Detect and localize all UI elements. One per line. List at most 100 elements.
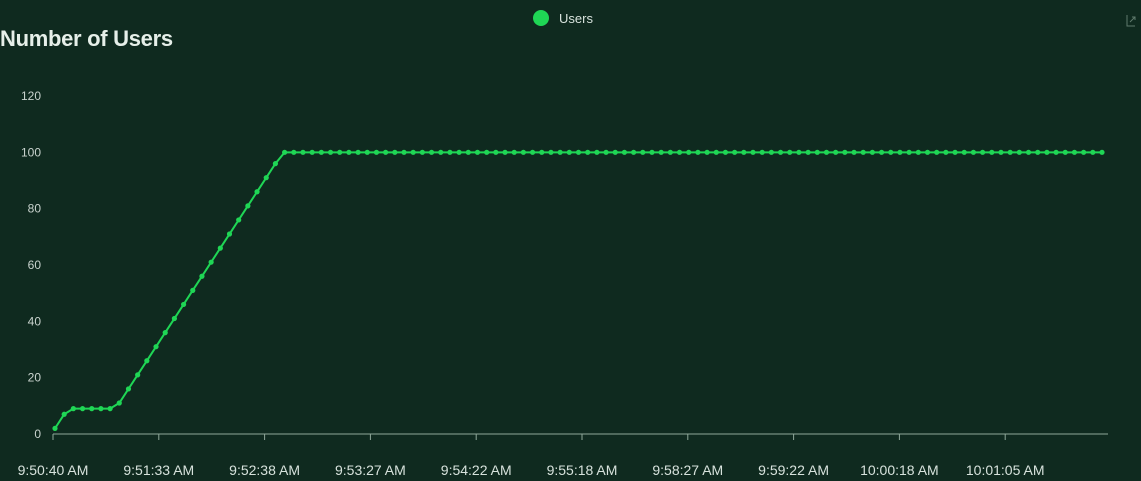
data-point[interactable] (89, 406, 95, 412)
data-point[interactable] (676, 149, 683, 155)
data-point[interactable] (208, 259, 214, 265)
data-point[interactable] (741, 149, 747, 155)
data-point[interactable] (190, 287, 196, 293)
data-point[interactable] (777, 149, 784, 155)
data-point[interactable] (658, 149, 664, 155)
data-point[interactable] (98, 406, 104, 412)
data-point[interactable] (952, 149, 958, 155)
data-point[interactable] (493, 149, 499, 155)
data-point[interactable] (713, 149, 719, 155)
data-point[interactable] (842, 149, 848, 155)
data-point[interactable] (621, 149, 628, 155)
data-point[interactable] (805, 149, 811, 155)
data-point[interactable] (796, 149, 802, 155)
data-point[interactable] (878, 149, 885, 155)
data-point[interactable] (704, 149, 710, 155)
data-point[interactable] (162, 330, 168, 336)
data-point[interactable] (373, 149, 380, 155)
data-point[interactable] (383, 149, 389, 155)
data-point[interactable] (915, 149, 921, 155)
data-point[interactable] (1053, 149, 1059, 155)
data-point[interactable] (594, 149, 600, 155)
data-point[interactable] (346, 149, 352, 155)
data-point[interactable] (1062, 149, 1068, 155)
data-point[interactable] (768, 149, 774, 155)
data-point[interactable] (631, 149, 637, 155)
data-point[interactable] (1071, 149, 1078, 155)
data-point[interactable] (787, 149, 793, 155)
data-point[interactable] (456, 149, 462, 155)
data-point[interactable] (116, 400, 122, 406)
data-point[interactable] (272, 161, 279, 167)
data-point[interactable] (107, 406, 113, 412)
data-point[interactable] (759, 149, 765, 155)
data-point[interactable] (263, 175, 269, 181)
data-point[interactable] (851, 149, 857, 155)
data-point[interactable] (1044, 149, 1050, 155)
data-point[interactable] (566, 149, 572, 155)
data-point[interactable] (226, 231, 233, 237)
data-point[interactable] (732, 149, 738, 155)
data-point[interactable] (300, 149, 306, 155)
data-point[interactable] (291, 149, 297, 155)
data-point[interactable] (640, 149, 646, 155)
data-point[interactable] (245, 203, 251, 209)
data-point[interactable] (750, 149, 756, 155)
data-point[interactable] (1090, 149, 1096, 155)
data-point[interactable] (1016, 149, 1022, 155)
data-point[interactable] (282, 149, 288, 155)
data-point[interactable] (309, 149, 315, 155)
data-point[interactable] (833, 149, 839, 155)
data-point[interactable] (61, 411, 67, 417)
data-point[interactable] (447, 149, 453, 155)
data-point[interactable] (180, 301, 187, 308)
data-point[interactable] (869, 149, 875, 155)
data-point[interactable] (686, 149, 692, 155)
data-point[interactable] (548, 149, 554, 155)
data-point[interactable] (135, 372, 141, 378)
data-point[interactable] (695, 149, 701, 155)
data-point[interactable] (897, 149, 903, 155)
data-point[interactable] (364, 149, 370, 155)
data-point[interactable] (520, 149, 526, 155)
data-point[interactable] (392, 149, 398, 155)
data-point[interactable] (410, 149, 416, 155)
data-point[interactable] (144, 358, 150, 364)
data-point[interactable] (934, 149, 940, 155)
data-point[interactable] (970, 149, 977, 155)
data-point[interactable] (722, 149, 729, 155)
data-point[interactable] (125, 386, 132, 392)
data-point[interactable] (236, 217, 242, 223)
data-point[interactable] (989, 149, 995, 155)
data-point[interactable] (153, 344, 159, 350)
data-point[interactable] (961, 149, 967, 155)
data-point[interactable] (612, 149, 618, 155)
data-point[interactable] (502, 149, 508, 155)
data-point[interactable] (465, 149, 471, 155)
data-point[interactable] (318, 149, 324, 155)
data-point[interactable] (529, 149, 536, 155)
data-point[interactable] (254, 189, 260, 195)
data-point[interactable] (1025, 149, 1032, 155)
data-point[interactable] (585, 149, 591, 155)
data-point[interactable] (438, 149, 444, 155)
data-point[interactable] (217, 245, 223, 251)
data-point[interactable] (860, 149, 866, 155)
data-point[interactable] (484, 149, 490, 155)
data-point[interactable] (52, 425, 58, 431)
data-point[interactable] (70, 406, 76, 412)
data-point[interactable] (79, 406, 86, 412)
data-point[interactable] (171, 315, 177, 322)
data-point[interactable] (906, 149, 912, 155)
data-point[interactable] (603, 149, 609, 155)
data-point[interactable] (557, 149, 563, 155)
data-point[interactable] (667, 149, 673, 155)
data-point[interactable] (888, 149, 894, 155)
data-point[interactable] (401, 149, 407, 155)
data-point[interactable] (199, 273, 205, 279)
data-point[interactable] (419, 149, 425, 155)
data-point[interactable] (980, 149, 986, 155)
data-point[interactable] (428, 149, 435, 155)
data-point[interactable] (649, 149, 655, 155)
data-point[interactable] (924, 149, 931, 155)
